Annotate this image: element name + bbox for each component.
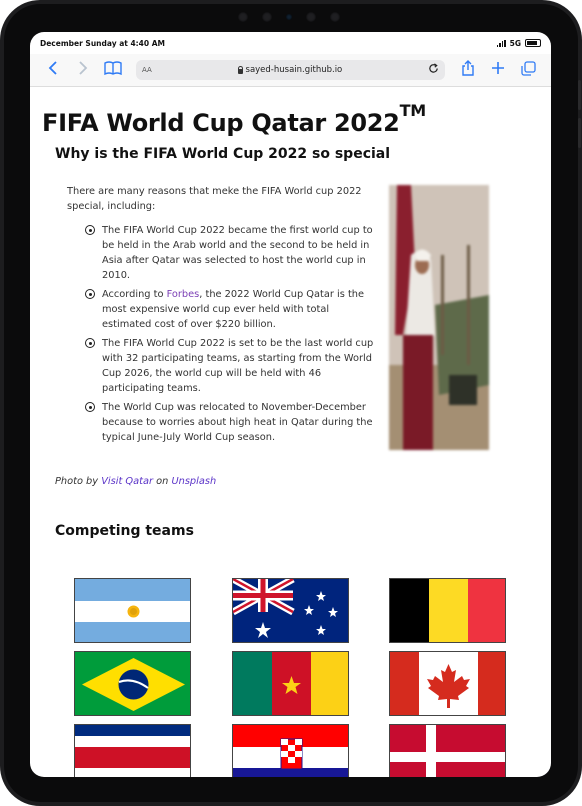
list-item: The FIFA World Cup 2022 is set to be the… [85,336,377,396]
list-item: The World Cup was relocated to November-… [85,400,377,445]
intro-text: There are many reasons that meke the FIF… [67,186,362,212]
tabs-icon[interactable] [513,60,543,80]
sensor [286,14,292,20]
list-item-text: The World Cup was relocated to November-… [102,402,373,443]
forbes-link[interactable]: Forbes [167,289,200,300]
canada-flag[interactable] [389,651,506,716]
url-host: sayed-husain.github.io [237,65,343,75]
status-indicators: 5G [496,38,541,48]
share-icon[interactable] [453,60,483,80]
list-item-text: The FIFA World Cup 2022 became the first… [102,225,373,281]
page-title-text: FIFA World Cup Qatar 2022 [42,109,400,137]
forward-icon[interactable] [68,61,98,79]
australia-flag[interactable] [232,578,349,643]
brazil-flag[interactable] [74,651,191,716]
camera-lens [238,12,248,22]
status-time: December Sunday at 4:40 AM [40,38,165,48]
football-icon [85,402,95,412]
lock-icon [237,65,244,74]
costa-rica-flag[interactable] [74,724,191,777]
camera-array [238,10,346,24]
status-bar: December Sunday at 4:40 AM 5G [30,32,551,54]
list-item: According to Forbes, the 2022 World Cup … [85,287,377,332]
reload-icon[interactable] [428,63,439,77]
camera-lens [262,12,272,22]
cameroon-flag[interactable] [232,651,349,716]
football-icon [85,338,95,348]
volume-button [578,118,581,148]
list-item: The FIFA World Cup 2022 became the first… [85,223,377,283]
bookmarks-icon[interactable] [98,61,128,79]
camera-lens [306,12,316,22]
football-icon [85,289,95,299]
section-heading: Why is the FIFA World Cup 2022 so specia… [55,146,391,162]
denmark-flag[interactable] [389,724,506,777]
reasons-list: The FIFA World Cup 2022 became the first… [85,223,377,449]
teams-heading: Competing teams [55,523,194,539]
argentina-flag[interactable] [74,578,191,643]
football-icon [85,225,95,235]
author-link[interactable]: Visit Qatar [101,476,153,487]
trademark: TM [399,101,427,120]
list-item-text: The FIFA World Cup 2022 is set to be the… [102,338,374,394]
network-label: 5G [509,38,521,48]
list-item-text: According to [102,289,167,300]
url-text: sayed-husain.github.io [245,65,343,75]
back-icon[interactable] [38,61,68,79]
battery-icon [525,39,541,47]
camera-lens [330,12,340,22]
volume-button [578,80,581,110]
page-title: FIFA World Cup Qatar 2022TM [42,101,426,137]
signal-icon [496,39,506,47]
qatar-photo [389,185,489,450]
unsplash-link[interactable]: Unsplash [171,476,216,487]
belgium-flag[interactable] [389,578,506,643]
new-tab-icon[interactable] [483,61,513,79]
screen: December Sunday at 4:40 AM 5G AA sayed-h… [30,32,551,777]
browser-toolbar: AA sayed-husain.github.io [30,54,551,87]
croatia-flag[interactable] [232,724,349,777]
credit-text: on [156,476,169,487]
address-bar[interactable]: AA sayed-husain.github.io [136,60,445,80]
reader-button[interactable]: AA [142,66,152,74]
credit-text: Photo by [55,476,99,487]
photo-credit: Photo by Visit Qatar on Unsplash [55,476,216,487]
